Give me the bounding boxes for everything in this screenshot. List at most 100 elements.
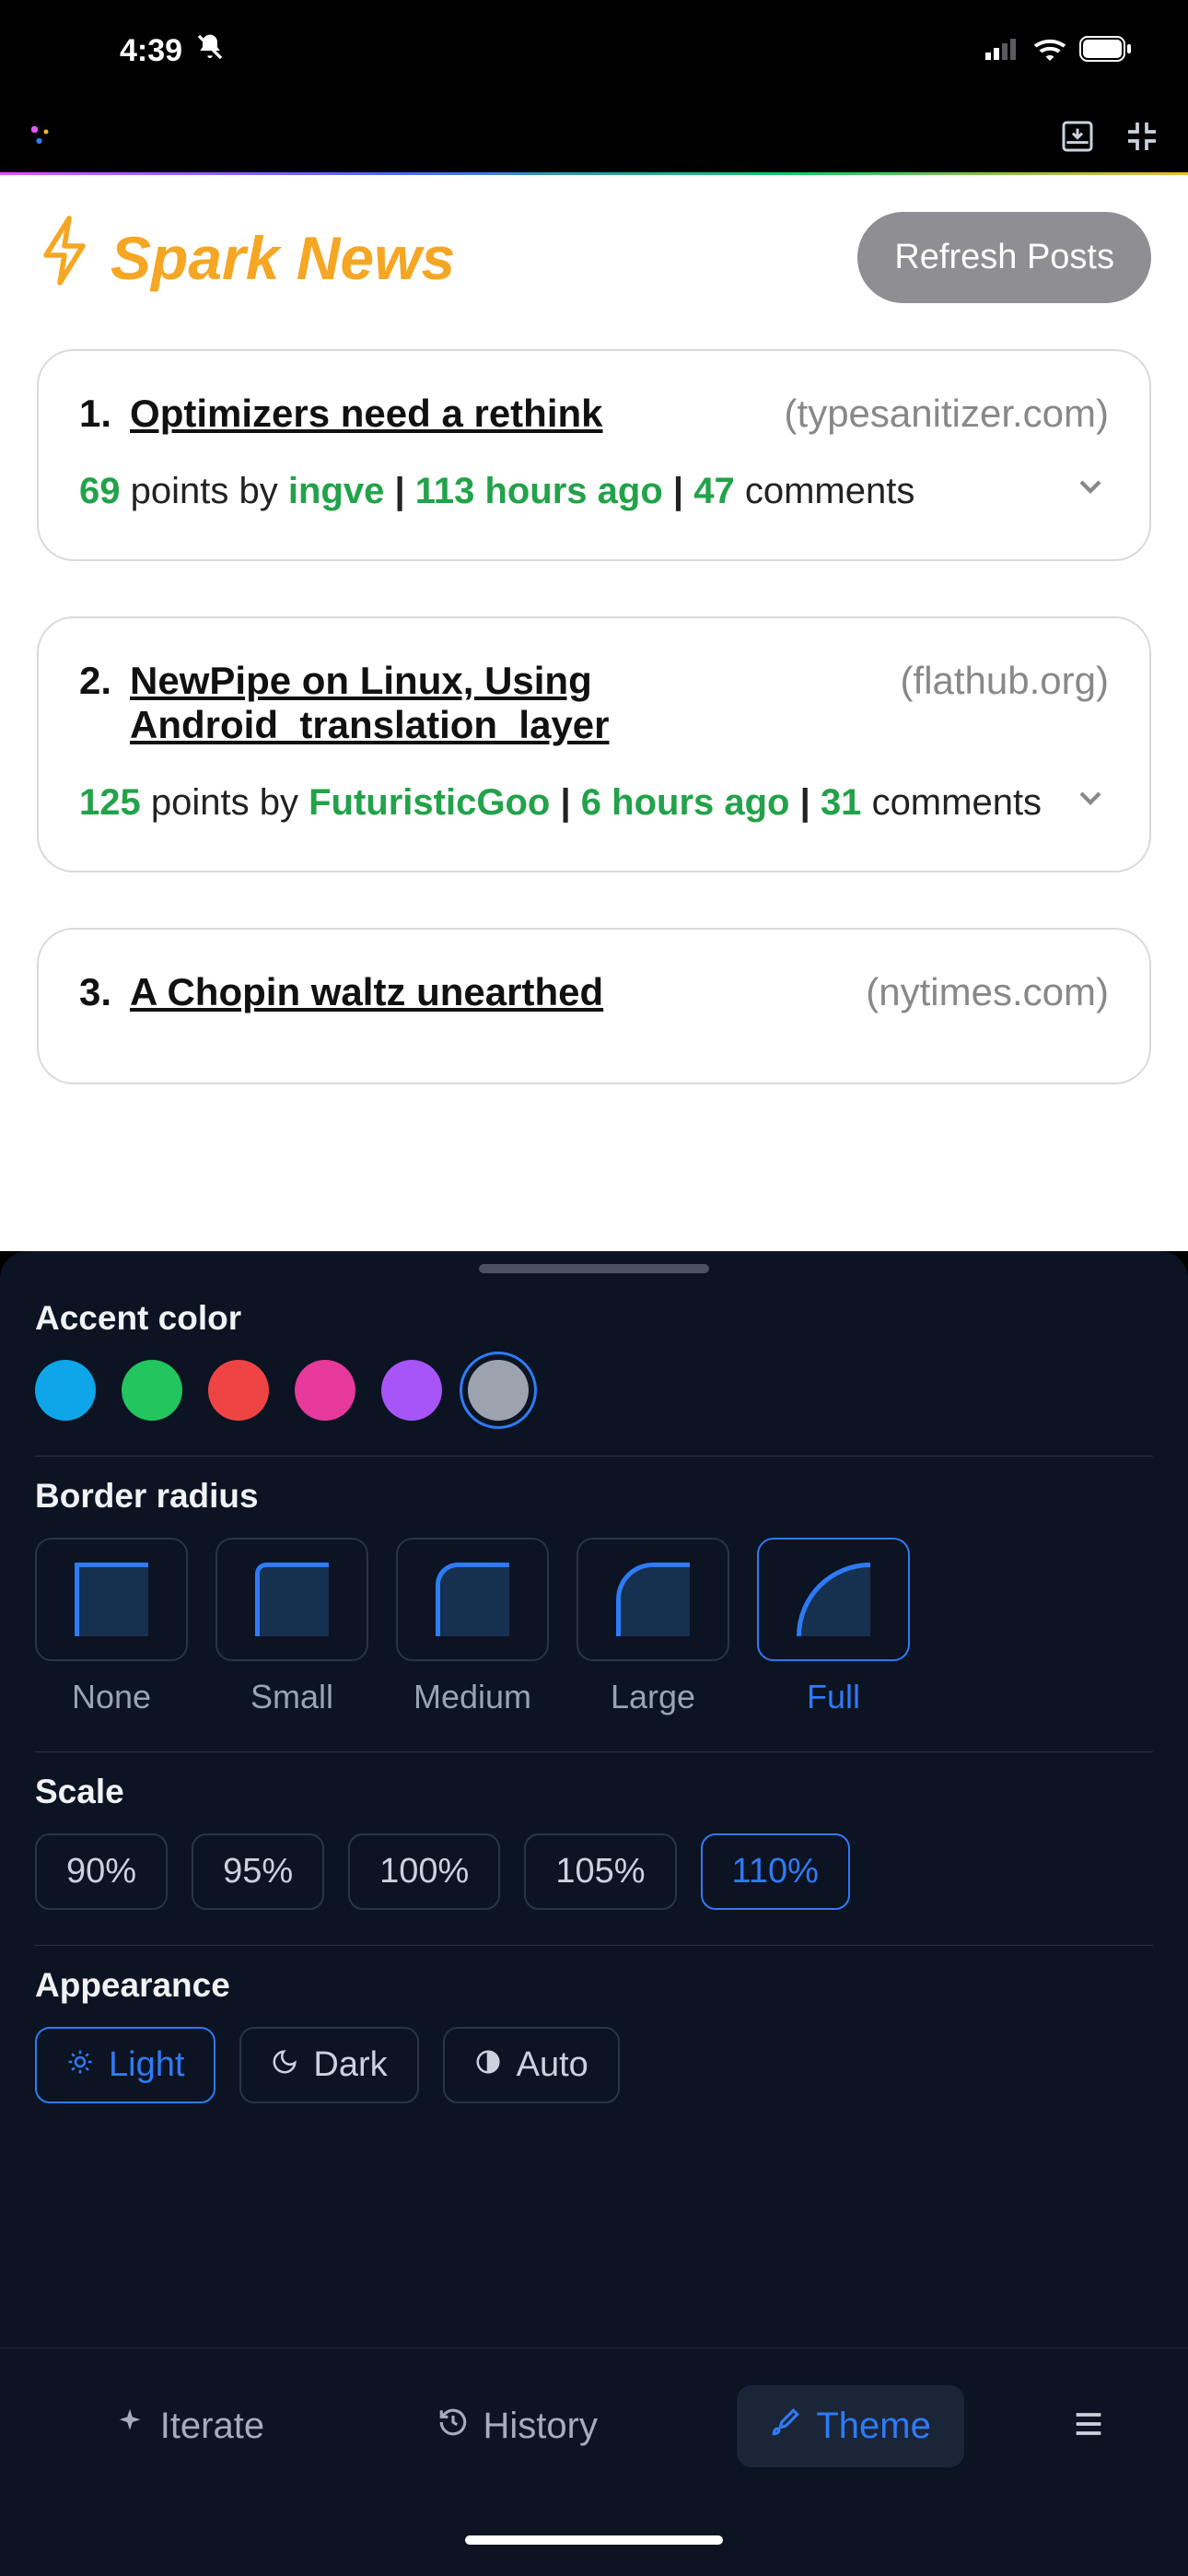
tab-theme[interactable]: Theme xyxy=(737,2385,964,2467)
theme-panel: Accent color Border radius None Small Medi… xyxy=(0,1251,1188,2348)
scale-label: Scale xyxy=(35,1773,1153,1811)
appearance-section: Appearance Light Dark Auto xyxy=(35,1946,1153,2138)
points-by-label: points by xyxy=(131,471,278,511)
app-chrome-bar xyxy=(0,101,1188,175)
radius-row: None Small Medium LargeFull xyxy=(35,1538,1153,1716)
tab-label: History xyxy=(483,2406,598,2447)
post-meta-text: 125 points by FuturisticGoo | 6 hours ag… xyxy=(79,775,1042,830)
accent-swatch[interactable] xyxy=(35,1360,96,1421)
post-comment-count[interactable]: 31 xyxy=(821,782,862,823)
radius-preview-shape xyxy=(797,1563,870,1636)
tab-label: Theme xyxy=(816,2406,931,2447)
accent-swatch[interactable] xyxy=(122,1360,182,1421)
appearance-option-label: Dark xyxy=(313,2045,387,2085)
radius-option-label: Medium xyxy=(413,1678,531,1716)
gradient-divider xyxy=(0,172,1188,175)
battery-icon xyxy=(1079,36,1133,66)
post-title-link[interactable]: Optimizers need a rethink xyxy=(130,392,766,436)
radius-preview-shape xyxy=(255,1563,329,1636)
post-age: 6 hours ago xyxy=(581,782,790,823)
scale-option[interactable]: 95% xyxy=(192,1833,324,1910)
radius-option[interactable]: None xyxy=(35,1538,188,1716)
sun-icon xyxy=(66,2045,94,2085)
post-title-link[interactable]: NewPipe on Linux, Using Android_translat… xyxy=(130,659,882,747)
post-title-link[interactable]: A Chopin waltz unearthed xyxy=(130,970,847,1014)
moon-icon xyxy=(271,2045,298,2085)
history-icon xyxy=(437,2406,469,2447)
radius-option-label: None xyxy=(72,1678,151,1716)
post-card: 1.Optimizers need a rethink(typesanitize… xyxy=(37,349,1151,561)
comments-label: comments xyxy=(872,782,1042,823)
radius-preview-box xyxy=(35,1538,188,1661)
appearance-option-label: Light xyxy=(109,2045,184,2085)
appearance-row: Light Dark Auto xyxy=(35,2027,1153,2103)
sparkle-logo-icon xyxy=(28,123,55,155)
tab-label: Iterate xyxy=(160,2406,264,2447)
post-age: 113 hours ago xyxy=(415,471,663,511)
appearance-option[interactable]: Light xyxy=(35,2027,215,2103)
radius-option[interactable]: Small xyxy=(215,1538,368,1716)
chevron-down-icon[interactable] xyxy=(1072,779,1109,825)
menu-button[interactable] xyxy=(1070,2406,1107,2447)
home-indicator[interactable] xyxy=(465,2535,723,2545)
post-points: 125 xyxy=(79,782,141,823)
radius-section: Border radius None Small Medium LargeFull xyxy=(35,1457,1153,1752)
accent-swatch[interactable] xyxy=(208,1360,269,1421)
post-title-row: 1.Optimizers need a rethink(typesanitize… xyxy=(79,392,1109,436)
bell-slash-icon xyxy=(195,32,225,70)
scale-option[interactable]: 105% xyxy=(524,1833,676,1910)
sep: | xyxy=(673,471,683,511)
scale-section: Scale 90% 95% 100% 105% 110% xyxy=(35,1752,1153,1946)
radius-preview-box xyxy=(757,1538,910,1661)
post-domain: (flathub.org) xyxy=(901,659,1109,703)
radius-preview-shape xyxy=(75,1563,148,1636)
radius-option[interactable]: Large xyxy=(577,1538,729,1716)
accent-swatch[interactable] xyxy=(381,1360,442,1421)
radius-label: Border radius xyxy=(35,1477,1153,1516)
appearance-label: Appearance xyxy=(35,1966,1153,2005)
panel-grabber[interactable] xyxy=(479,1264,709,1273)
lightning-icon xyxy=(37,214,92,301)
comments-label: comments xyxy=(745,471,915,511)
refresh-button[interactable]: Refresh Posts xyxy=(857,212,1151,303)
post-card: 3.A Chopin waltz unearthed(nytimes.com) xyxy=(37,928,1151,1084)
post-title-row: 2. NewPipe on Linux, Using Android_transl… xyxy=(79,659,1109,747)
points-by-label: points by xyxy=(151,782,298,823)
radius-option[interactable]: Full xyxy=(757,1538,910,1716)
scale-option[interactable]: 100% xyxy=(348,1833,500,1910)
radius-option-label: Small xyxy=(250,1678,333,1716)
accent-label: Accent color xyxy=(35,1299,1153,1338)
bottom-tabbar: Iterate History Theme xyxy=(0,2348,1188,2504)
appearance-option[interactable]: Dark xyxy=(239,2027,418,2103)
tab-iterate[interactable]: Iterate xyxy=(81,2385,297,2467)
home-indicator-area xyxy=(0,2504,1188,2576)
accent-section: Accent color xyxy=(35,1279,1153,1457)
accent-swatch[interactable] xyxy=(295,1360,355,1421)
post-domain: (nytimes.com) xyxy=(866,970,1109,1014)
radius-option[interactable]: Medium xyxy=(396,1538,549,1716)
post-author[interactable]: FuturisticGoo xyxy=(309,782,550,823)
collapse-icon[interactable] xyxy=(1124,118,1160,159)
sep: | xyxy=(394,471,404,511)
status-bar: 4:39 xyxy=(0,0,1188,101)
status-time: 4:39 xyxy=(120,32,225,70)
post-comment-count[interactable]: 47 xyxy=(693,471,735,511)
post-rank: 2. xyxy=(79,659,111,703)
download-tray-icon[interactable] xyxy=(1059,118,1096,159)
time-text: 4:39 xyxy=(120,33,182,69)
post-meta: 125 points by FuturisticGoo | 6 hours ag… xyxy=(79,775,1109,830)
scale-option[interactable]: 90% xyxy=(35,1833,168,1910)
appearance-option[interactable]: Auto xyxy=(443,2027,620,2103)
accent-swatch[interactable] xyxy=(468,1360,529,1421)
radius-preview-shape xyxy=(616,1563,690,1636)
chevron-down-icon[interactable] xyxy=(1072,468,1109,514)
tab-history[interactable]: History xyxy=(404,2385,631,2467)
post-author[interactable]: ingve xyxy=(288,471,384,511)
scale-option[interactable]: 110% xyxy=(701,1833,850,1910)
post-title-row: 3.A Chopin waltz unearthed(nytimes.com) xyxy=(79,970,1109,1014)
radius-preview-box xyxy=(396,1538,549,1661)
brand: Spark News xyxy=(37,214,455,301)
contrast-icon xyxy=(474,2045,502,2085)
sep: | xyxy=(800,782,810,823)
radius-preview-box xyxy=(577,1538,729,1661)
